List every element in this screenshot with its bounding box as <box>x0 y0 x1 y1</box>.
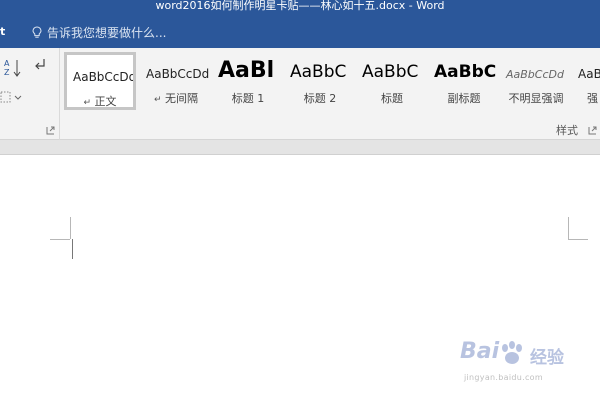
style-no-spacing[interactable]: AaBbCcDd ↵ 无间隔 <box>140 52 212 110</box>
styles-group-label: 样式 <box>556 124 578 137</box>
style-sample: AaBbCcDd <box>73 70 133 84</box>
pilcrow-icon[interactable] <box>33 57 47 73</box>
baidu-watermark: Bai 经验 jingyan.baidu.com <box>460 337 580 387</box>
lightbulb-icon <box>32 25 42 38</box>
style-sample: AaBbCcDd <box>506 68 564 81</box>
sort-az-icon[interactable]: A Z <box>4 58 22 78</box>
style-heading-2[interactable]: AaBbC 标题 2 <box>284 52 356 110</box>
dialog-launcher-icon[interactable] <box>588 126 597 135</box>
style-label: 不明显强调 <box>508 92 564 105</box>
style-sample: AaBbC <box>362 62 419 82</box>
ribbon: A Z AaBbCcDd ↵ 正文 AaBbCcDd ↵ 无间隔 AaBl 标题… <box>0 48 600 140</box>
paragraph-mark: ↵ <box>153 95 162 105</box>
svg-text:A: A <box>4 59 10 68</box>
tell-me-placeholder: 告诉我您想要做什么... <box>47 25 167 40</box>
style-normal[interactable]: AaBbCcDd ↵ 正文 <box>64 52 136 110</box>
paragraph-mark: ↵ <box>83 98 92 108</box>
paw-icon <box>502 341 522 364</box>
style-title[interactable]: AaBbC 标题 <box>356 52 428 110</box>
style-label: 标题 2 <box>303 92 337 105</box>
style-sample: AaBbC <box>290 62 347 82</box>
title-bar: word2016如何制作明星卡贴——林心如十五.docx - Word t 告诉… <box>0 0 600 48</box>
crop-mark-top-right <box>568 217 569 239</box>
dialog-launcher-icon[interactable] <box>46 126 55 135</box>
window-title: word2016如何制作明星卡贴——林心如十五.docx - Word <box>155 0 445 12</box>
style-subtitle[interactable]: AaBbC 副标题 <box>428 52 500 110</box>
paragraph-group: A Z <box>0 48 60 140</box>
text-cursor <box>72 239 73 259</box>
svg-text:Z: Z <box>4 68 10 77</box>
style-sample: AaBl <box>218 58 275 83</box>
style-sample: AaBb <box>578 67 600 81</box>
tell-me-search[interactable]: 告诉我您想要做什么... <box>32 24 166 40</box>
borders-icon[interactable] <box>0 91 24 105</box>
crop-mark-top-left <box>70 217 71 239</box>
crop-mark-top-right <box>568 239 588 240</box>
watermark-brand: Bai <box>460 339 500 364</box>
style-sample: AaBbCcDd <box>146 67 210 81</box>
style-label: 强 <box>587 92 598 105</box>
ruler-strip <box>0 140 600 155</box>
style-label: 标题 1 <box>231 92 265 105</box>
style-label: 副标题 <box>447 92 481 105</box>
crop-mark-top-left <box>50 239 70 240</box>
style-subtle-emphasis[interactable]: AaBbCcDd 不明显强调 <box>500 52 572 110</box>
style-label: 无间隔 <box>165 92 199 105</box>
style-label: 标题 <box>381 92 403 105</box>
watermark-url: jingyan.baidu.com <box>464 373 543 382</box>
style-strong-partial[interactable]: AaBb 强 <box>572 52 600 110</box>
ribbon-tab-partial[interactable]: t <box>0 25 5 39</box>
style-sample: AaBbC <box>434 62 497 82</box>
style-heading-1[interactable]: AaBl 标题 1 <box>212 52 284 110</box>
watermark-brand-cn: 经验 <box>530 348 564 368</box>
style-label: 正文 <box>94 95 117 108</box>
styles-gallery: AaBbCcDd ↵ 正文 AaBbCcDd ↵ 无间隔 AaBl 标题 1 A… <box>64 52 600 114</box>
